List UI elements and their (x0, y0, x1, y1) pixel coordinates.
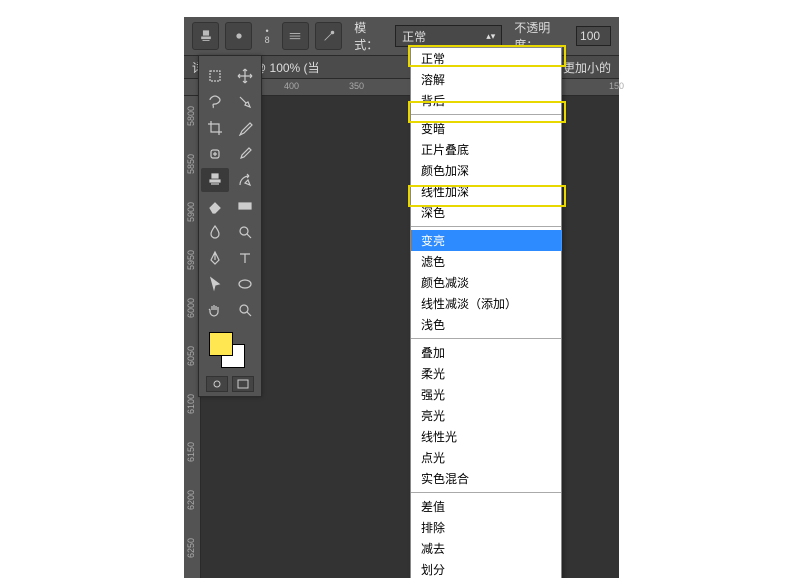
blend-mode-option[interactable]: 排除 (411, 517, 561, 538)
brush-preview-icon[interactable] (225, 22, 252, 50)
blend-mode-option[interactable]: 正片叠底 (411, 139, 561, 160)
stamp-tool-icon[interactable] (192, 22, 219, 50)
mode-select[interactable]: 正常▴▾ (395, 25, 502, 47)
ruler-mark: 6200 (186, 490, 196, 510)
gradient-tool-icon[interactable] (231, 194, 259, 218)
ruler-mark: 6000 (186, 298, 196, 318)
ruler-mark: 150 (609, 81, 624, 91)
dropdown-separator (411, 492, 561, 493)
blend-mode-option[interactable]: 柔光 (411, 363, 561, 384)
blend-mode-option[interactable]: 减去 (411, 538, 561, 559)
shape-tool-icon[interactable] (231, 272, 259, 296)
blend-mode-option[interactable]: 划分 (411, 559, 561, 578)
ruler-mark: 400 (284, 81, 299, 91)
crop-tool-icon[interactable] (201, 116, 229, 140)
quickmask-icon[interactable] (206, 376, 228, 392)
history-brush-tool-icon[interactable] (231, 168, 259, 192)
lasso-tool-icon[interactable] (201, 90, 229, 114)
move-tool-icon[interactable] (231, 64, 259, 88)
zoom-tool-icon[interactable] (231, 298, 259, 322)
marquee-tool-icon[interactable] (201, 64, 229, 88)
blend-mode-option[interactable]: 变暗 (411, 118, 561, 139)
path-select-tool-icon[interactable] (201, 272, 229, 296)
blend-mode-option[interactable]: 实色混合 (411, 468, 561, 489)
eraser-tool-icon[interactable] (201, 194, 229, 218)
ruler-mark: 5800 (186, 106, 196, 126)
blend-mode-option[interactable]: 背后 (411, 90, 561, 111)
color-swatches[interactable] (201, 330, 259, 370)
opacity-value[interactable]: 100 (576, 26, 611, 46)
screenmode-icon[interactable] (232, 376, 254, 392)
brush-size[interactable]: •8 (258, 23, 275, 49)
dodge-tool-icon[interactable] (231, 220, 259, 244)
blend-mode-option[interactable]: 滤色 (411, 251, 561, 272)
dropdown-separator (411, 226, 561, 227)
ruler-mark: 6100 (186, 394, 196, 414)
ruler-mark: 6050 (186, 346, 196, 366)
blend-mode-option[interactable]: 颜色减淡 (411, 272, 561, 293)
ruler-mark: 6250 (186, 538, 196, 558)
blend-mode-option[interactable]: 变亮 (411, 230, 561, 251)
blend-mode-dropdown[interactable]: 正常溶解背后变暗正片叠底颜色加深线性加深深色变亮滤色颜色减淡线性减淡（添加）浅色… (410, 47, 562, 578)
blend-mode-option[interactable]: 叠加 (411, 342, 561, 363)
tab-hint: 更加小的 (563, 59, 611, 76)
ruler-mark: 5900 (186, 202, 196, 222)
ruler-mark: 5950 (186, 250, 196, 270)
blend-mode-option[interactable]: 差值 (411, 496, 561, 517)
pen-tool-icon[interactable] (201, 246, 229, 270)
blend-mode-option[interactable]: 亮光 (411, 405, 561, 426)
eyedropper-tool-icon[interactable] (231, 116, 259, 140)
healing-brush-tool-icon[interactable] (201, 142, 229, 166)
blend-mode-option[interactable]: 线性光 (411, 426, 561, 447)
clone-stamp-tool-icon[interactable] (201, 168, 229, 192)
blend-mode-option[interactable]: 颜色加深 (411, 160, 561, 181)
blend-mode-option[interactable]: 正常 (411, 48, 561, 69)
blend-mode-option[interactable]: 线性加深 (411, 181, 561, 202)
quick-select-tool-icon[interactable] (231, 90, 259, 114)
blur-tool-icon[interactable] (201, 220, 229, 244)
ruler-mark: 5850 (186, 154, 196, 174)
mode-label: 模式： (354, 19, 389, 53)
blend-mode-option[interactable]: 点光 (411, 447, 561, 468)
blend-mode-option[interactable]: 浅色 (411, 314, 561, 335)
ruler-mark: 6150 (186, 442, 196, 462)
brush-panel-icon[interactable] (282, 22, 309, 50)
dropdown-separator (411, 114, 561, 115)
brush-tool-icon[interactable] (231, 142, 259, 166)
blend-mode-option[interactable]: 溶解 (411, 69, 561, 90)
ruler-mark: 350 (349, 81, 364, 91)
blend-mode-option[interactable]: 强光 (411, 384, 561, 405)
pressure-opacity-icon[interactable] (315, 22, 342, 50)
tools-panel (198, 55, 262, 397)
dropdown-separator (411, 338, 561, 339)
hand-tool-icon[interactable] (201, 298, 229, 322)
type-tool-icon[interactable] (231, 246, 259, 270)
blend-mode-option[interactable]: 深色 (411, 202, 561, 223)
blend-mode-option[interactable]: 线性减淡（添加） (411, 293, 561, 314)
fg-color-swatch[interactable] (209, 332, 233, 356)
